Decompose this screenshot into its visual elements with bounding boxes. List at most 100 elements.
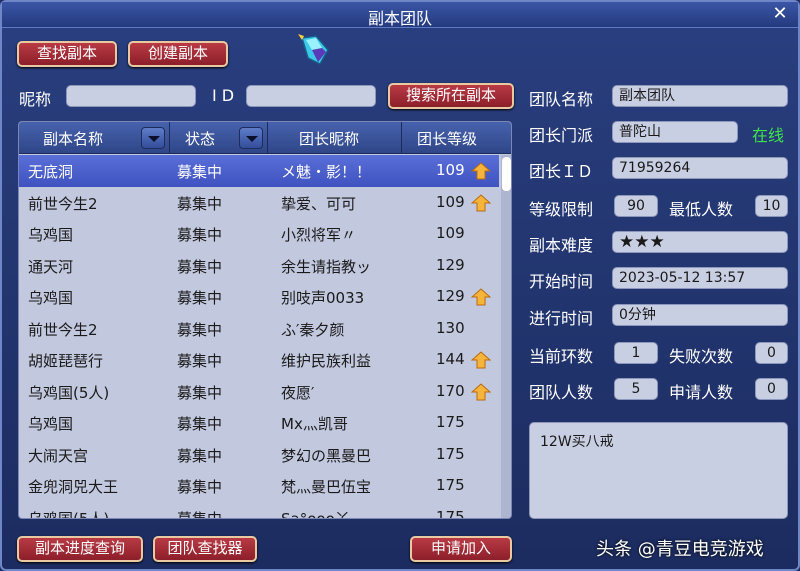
current-round-label: 当前环数 <box>529 347 594 366</box>
table-row[interactable]: 胡姬琵琶行 募集中 维护民族利益 144 <box>19 344 499 376</box>
table-row[interactable]: 无底洞 募集中 メ魅・影！！ 109 <box>19 155 499 187</box>
difficulty-label: 副本难度 <box>529 236 594 255</box>
min-people-label: 最低人数 <box>669 200 734 219</box>
cell-dungeon-name: 前世今生2 <box>28 320 98 339</box>
leader-id-label: 团长ＩＤ <box>529 162 594 181</box>
column-header-status: 状态 <box>185 130 216 148</box>
cell-status: 募集中 <box>177 446 223 465</box>
cell-leader-level: 129 <box>436 255 465 274</box>
close-icon[interactable]: ✕ <box>770 4 790 24</box>
cell-dungeon-name: 金兜洞兕大王 <box>28 478 119 496</box>
sort-name-button[interactable] <box>141 127 165 149</box>
table-row[interactable]: 乌鸡国 募集中 Mx灬凯哥 175 <box>19 407 499 439</box>
level-up-arrow-icon <box>471 162 491 180</box>
current-round-field: 1 <box>614 342 658 364</box>
cell-leader-level: 175 <box>436 476 465 494</box>
cell-leader-level: 175 <box>436 507 465 519</box>
find-dungeon-button[interactable]: 查找副本 <box>17 41 117 67</box>
create-dungeon-button[interactable]: 创建副本 <box>128 41 228 67</box>
level-limit-label: 等级限制 <box>529 200 594 219</box>
cell-leader-nickname: 挚爱、可可 <box>281 194 357 213</box>
scrollbar[interactable] <box>501 155 511 518</box>
cell-leader-nickname: メ魅・影！！ <box>281 163 372 181</box>
min-people-field: 10 <box>755 195 788 217</box>
cell-dungeon-name: 大闹天宫 <box>28 446 89 465</box>
cell-status: 募集中 <box>177 415 223 433</box>
start-time-label: 开始时间 <box>529 272 594 291</box>
cell-dungeon-name: 乌鸡国 <box>28 289 74 307</box>
table-row[interactable]: 乌鸡国(5人) 募集中 夜愿′ 170 <box>19 376 499 408</box>
level-up-arrow-icon <box>471 351 491 369</box>
id-input[interactable] <box>246 85 376 107</box>
title-bar: 副本团队 ✕ <box>2 2 798 28</box>
cell-leader-level: 129 <box>436 287 465 305</box>
cell-dungeon-name: 乌鸡国(5人) <box>28 383 110 402</box>
cell-leader-level: 170 <box>436 381 465 400</box>
fail-count-label: 失败次数 <box>669 347 734 366</box>
id-label: I D <box>212 86 235 105</box>
team-count-label: 团队人数 <box>529 383 594 402</box>
table-row[interactable]: 通天河 募集中 余生请指教ッ 129 <box>19 250 499 282</box>
sort-status-button[interactable] <box>239 127 263 149</box>
cell-leader-nickname: ふ′秦夕颜 <box>281 320 345 339</box>
cell-status: 募集中 <box>177 257 223 276</box>
table-header: 副本名称 状态 团长昵称 团长等级 <box>19 122 511 154</box>
column-divider <box>169 122 170 154</box>
cell-leader-nickname: Sa°ooo丫 <box>281 509 350 519</box>
cell-leader-level: 175 <box>436 413 465 431</box>
table-row[interactable]: 金兜洞兕大王 募集中 梵灬曼巴伍宝 175 <box>19 470 499 502</box>
cell-leader-nickname: 别吱声0033 <box>281 289 365 307</box>
level-up-arrow-icon <box>471 193 491 211</box>
cell-leader-nickname: 梵灬曼巴伍宝 <box>281 478 372 496</box>
sect-label: 团长门派 <box>529 126 594 145</box>
table-row[interactable]: 前世今生2 募集中 ふ′秦夕颜 130 <box>19 313 499 345</box>
cell-status: 募集中 <box>177 383 223 402</box>
progress-query-button[interactable]: 副本进度查询 <box>17 536 143 562</box>
nickname-label: 昵称 <box>19 90 52 109</box>
table-row[interactable]: 乌鸡国 募集中 小烈将军〃 109 <box>19 218 499 250</box>
leader-id-field: 71959264 <box>612 157 788 179</box>
cell-leader-nickname: 梦幻の黑曼巴 <box>281 446 372 465</box>
cell-dungeon-name: 乌鸡国 <box>28 226 74 244</box>
cell-leader-nickname: 小烈将军〃 <box>281 226 357 244</box>
cell-dungeon-name: 胡姬琵琶行 <box>28 352 104 370</box>
fail-count-field: 0 <box>755 342 788 364</box>
sect-field: 普陀山 <box>612 121 738 143</box>
cell-status: 募集中 <box>177 289 223 307</box>
apply-join-button[interactable]: 申请加入 <box>410 536 512 562</box>
cell-leader-level: 109 <box>436 192 465 211</box>
cell-status: 募集中 <box>177 194 223 213</box>
dungeon-table: 副本名称 状态 团长昵称 团长等级 无底洞募集中 メ魅・影！！ 109 前世今生2 募集… <box>18 121 512 519</box>
level-up-arrow-icon <box>471 382 491 400</box>
search-dungeon-button[interactable]: 搜索所在副本 <box>388 83 514 109</box>
level-limit-field: 90 <box>614 195 658 217</box>
team-finder-button[interactable]: 团队查找器 <box>153 536 257 562</box>
difficulty-stars: ★★★ <box>612 231 788 253</box>
team-note: 12W买八戒 <box>529 422 788 519</box>
team-name-field: 副本团队 <box>612 85 788 107</box>
cell-dungeon-name: 无底洞 <box>28 163 74 181</box>
online-status: 在线 <box>752 126 785 145</box>
cell-leader-nickname: Mx灬凯哥 <box>281 415 348 433</box>
cell-leader-level: 175 <box>436 444 465 463</box>
cell-dungeon-name: 前世今生2 <box>28 194 98 213</box>
applicants-field: 0 <box>755 378 788 400</box>
column-divider <box>401 122 402 154</box>
window-title: 副本团队 <box>367 9 432 28</box>
scroll-thumb[interactable] <box>502 157 511 191</box>
table-row[interactable]: 乌鸡国 募集中 别吱声0033 129 <box>19 281 499 313</box>
table-row[interactable]: 前世今生2 募集中 挚爱、可可 109 <box>19 187 499 219</box>
start-time-field: 2023-05-12 13:57 <box>612 267 788 289</box>
cell-leader-nickname: 余生请指教ッ <box>281 257 372 276</box>
cell-leader-level: 109 <box>436 161 465 179</box>
cell-dungeon-name: 通天河 <box>28 257 74 276</box>
cell-status: 募集中 <box>177 478 223 496</box>
team-name-label: 团队名称 <box>529 90 594 109</box>
cell-status: 募集中 <box>177 320 223 339</box>
column-divider <box>267 122 268 154</box>
nickname-input[interactable] <box>66 85 196 107</box>
cell-status: 募集中 <box>177 509 223 519</box>
cell-leader-nickname: 维护民族利益 <box>281 352 372 370</box>
table-row[interactable]: 乌鸡国(5人) 募集中 Sa°ooo丫 175 <box>19 502 499 519</box>
table-row[interactable]: 大闹天宫 募集中 梦幻の黑曼巴 175 <box>19 439 499 471</box>
